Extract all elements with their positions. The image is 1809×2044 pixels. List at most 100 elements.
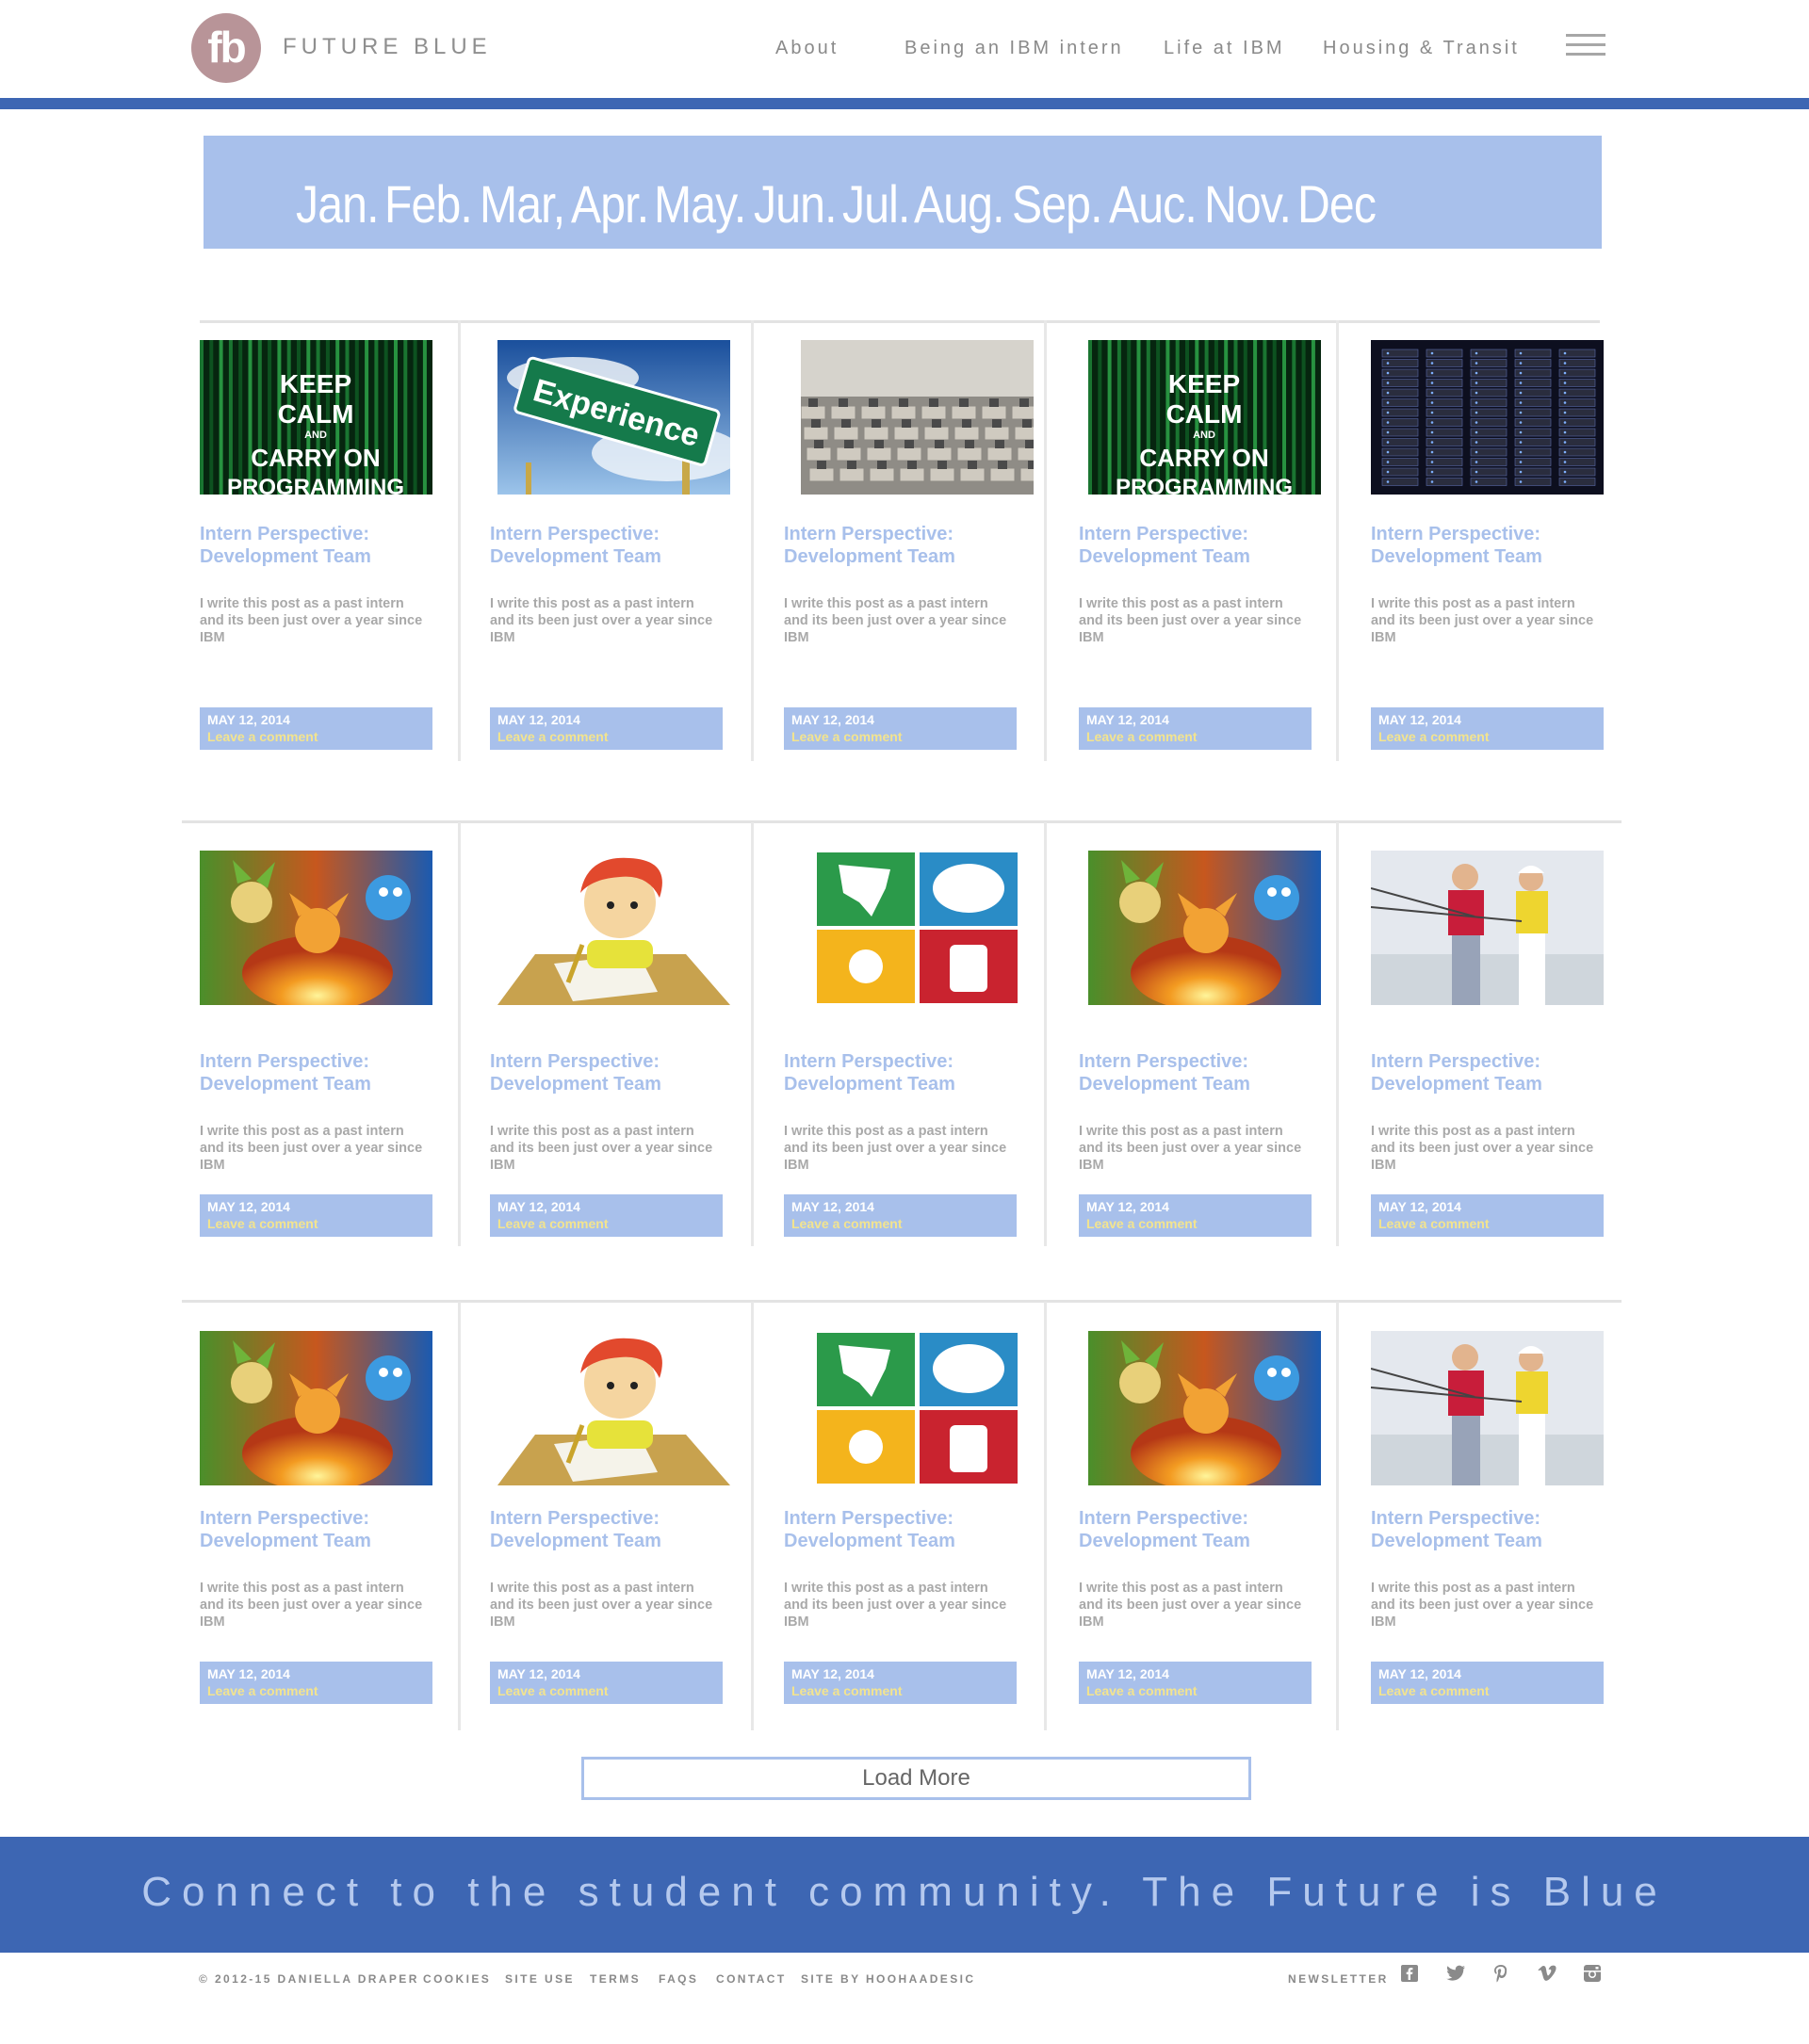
post-title[interactable]: Intern Perspective: Development Team xyxy=(490,1050,735,1095)
post-meta-bar: MAY 12, 2014 Leave a comment xyxy=(1079,1194,1312,1237)
month-feb[interactable]: Feb. xyxy=(384,173,473,235)
month-may[interactable]: May. xyxy=(654,173,746,235)
post-date: MAY 12, 2014 xyxy=(497,712,580,727)
post-meta-bar: MAY 12, 2014 Leave a comment xyxy=(200,1662,432,1704)
post-thumbnail[interactable] xyxy=(1371,340,1604,495)
leave-comment-link[interactable]: Leave a comment xyxy=(1086,728,1312,745)
post-thumbnail[interactable] xyxy=(497,1331,730,1485)
nav-about[interactable]: About xyxy=(775,38,839,59)
logo[interactable]: fb xyxy=(191,13,261,83)
leave-comment-link[interactable]: Leave a comment xyxy=(497,728,723,745)
post-excerpt: I write this post as a past intern and i… xyxy=(784,1124,1007,1173)
post-excerpt: I write this post as a past intern and i… xyxy=(490,1124,713,1173)
leave-comment-link[interactable]: Leave a comment xyxy=(207,1215,432,1232)
svg-text:CARRY ON: CARRY ON xyxy=(251,444,380,472)
post-thumbnail[interactable] xyxy=(801,1331,1034,1485)
facebook-icon[interactable] xyxy=(1398,1964,1421,1987)
post-thumbnail[interactable] xyxy=(200,1331,432,1485)
month-aug[interactable]: Aug. xyxy=(914,173,1004,235)
month-dec[interactable]: Dec xyxy=(1297,173,1377,235)
month-apr[interactable]: Apr. xyxy=(571,173,649,235)
nav-housing-transit[interactable]: Housing & Transit xyxy=(1323,38,1520,59)
brand-name[interactable]: FUTURE BLUE xyxy=(283,34,492,60)
svg-text:CALM: CALM xyxy=(1166,399,1243,429)
leave-comment-link[interactable]: Leave a comment xyxy=(497,1682,723,1699)
site-header: fb FUTURE BLUE About Being an IBM intern… xyxy=(0,0,1809,98)
post-title[interactable]: Intern Perspective: Development Team xyxy=(200,1507,445,1552)
post-excerpt: I write this post as a past intern and i… xyxy=(784,596,1007,645)
post-title[interactable]: Intern Perspective: Development Team xyxy=(784,1507,1029,1552)
post-title[interactable]: Intern Perspective: Development Team xyxy=(784,1050,1029,1095)
twitter-icon[interactable] xyxy=(1444,1964,1467,1987)
nav-being-an-ibm-intern[interactable]: Being an IBM intern xyxy=(904,38,1124,59)
post-excerpt: I write this post as a past intern and i… xyxy=(784,1581,1007,1630)
post-title[interactable]: Intern Perspective: Development Team xyxy=(784,523,1029,568)
month-oct[interactable]: Auc. xyxy=(1109,173,1198,235)
footer-link-newsletter[interactable]: NEWSLETTER xyxy=(1288,1972,1389,1986)
footer-link-cookies[interactable]: COOKIES xyxy=(423,1972,491,1986)
footer-link-faqs[interactable]: FAQS xyxy=(659,1972,698,1986)
leave-comment-link[interactable]: Leave a comment xyxy=(791,1682,1017,1699)
post-excerpt: I write this post as a past intern and i… xyxy=(490,1581,713,1630)
post-title[interactable]: Intern Perspective: Development Team xyxy=(200,1050,445,1095)
leave-comment-link[interactable]: Leave a comment xyxy=(497,1215,723,1232)
month-sep[interactable]: Sep. xyxy=(1012,173,1102,235)
footer-link-terms[interactable]: TERMS xyxy=(590,1972,641,1986)
post-title[interactable]: Intern Perspective: Development Team xyxy=(1079,1507,1324,1552)
instagram-icon[interactable] xyxy=(1581,1964,1604,1987)
footer-link-site-use[interactable]: SITE USE xyxy=(505,1972,575,1986)
menu-icon[interactable] xyxy=(1566,34,1605,57)
post-thumbnail[interactable] xyxy=(200,851,432,1005)
post-thumbnail[interactable] xyxy=(497,851,730,1005)
leave-comment-link[interactable]: Leave a comment xyxy=(791,1215,1017,1232)
post-title[interactable]: Intern Perspective: Development Team xyxy=(200,523,445,568)
post-date: MAY 12, 2014 xyxy=(1086,1199,1169,1214)
leave-comment-link[interactable]: Leave a comment xyxy=(1086,1215,1312,1232)
load-more-button[interactable]: Load More xyxy=(581,1757,1251,1800)
post-thumbnail[interactable]: KEEP CALM AND CARRY ON PROGRAMMING xyxy=(200,340,432,495)
post-excerpt: I write this post as a past intern and i… xyxy=(490,596,713,645)
month-jan[interactable]: Jan. xyxy=(296,173,379,235)
post-title[interactable]: Intern Perspective: Development Team xyxy=(1371,1050,1616,1095)
post-thumbnail[interactable] xyxy=(1371,1331,1604,1485)
post-title[interactable]: Intern Perspective: Development Team xyxy=(1079,523,1324,568)
post-meta-bar: MAY 12, 2014 Leave a comment xyxy=(1371,1194,1604,1237)
post-thumbnail[interactable] xyxy=(1088,851,1321,1005)
post-thumbnail[interactable] xyxy=(1371,851,1604,1005)
leave-comment-link[interactable]: Leave a comment xyxy=(207,728,432,745)
post-thumbnail[interactable]: KEEP CALM AND CARRY ON PROGRAMMING xyxy=(1088,340,1321,495)
vimeo-icon[interactable] xyxy=(1536,1964,1558,1987)
leave-comment-link[interactable]: Leave a comment xyxy=(1086,1682,1312,1699)
post-title[interactable]: Intern Perspective: Development Team xyxy=(1371,1507,1616,1552)
post-title[interactable]: Intern Perspective: Development Team xyxy=(490,523,735,568)
footer-link-contact[interactable]: CONTACT xyxy=(716,1972,787,1986)
post-thumbnail[interactable] xyxy=(1088,1331,1321,1485)
pinterest-icon[interactable] xyxy=(1490,1964,1512,1987)
footer-link-site-by[interactable]: SITE BY HOOHAADESIC xyxy=(801,1972,975,1986)
post-thumbnail[interactable] xyxy=(801,851,1034,1005)
month-jul[interactable]: Jul. xyxy=(842,173,910,235)
post-title[interactable]: Intern Perspective: Development Team xyxy=(490,1507,735,1552)
footer-banner: Connect to the student community. The Fu… xyxy=(0,1837,1809,1953)
leave-comment-link[interactable]: Leave a comment xyxy=(791,728,1017,745)
column-divider xyxy=(458,822,461,1246)
leave-comment-link[interactable]: Leave a comment xyxy=(1378,728,1604,745)
svg-text:KEEP: KEEP xyxy=(280,369,351,398)
post-meta-bar: MAY 12, 2014 Leave a comment xyxy=(200,707,432,750)
post-thumbnail[interactable] xyxy=(801,340,1034,495)
post-excerpt: I write this post as a past intern and i… xyxy=(1371,1581,1594,1630)
leave-comment-link[interactable]: Leave a comment xyxy=(1378,1215,1604,1232)
month-nov[interactable]: Nov. xyxy=(1204,173,1292,235)
month-jun[interactable]: Jun. xyxy=(754,173,837,235)
svg-text:AND: AND xyxy=(304,430,327,441)
leave-comment-link[interactable]: Leave a comment xyxy=(1378,1682,1604,1699)
nav-life-at-ibm[interactable]: Life at IBM xyxy=(1164,38,1285,59)
post-date: MAY 12, 2014 xyxy=(791,1199,874,1214)
month-mar[interactable]: Mar, xyxy=(480,173,565,235)
column-divider xyxy=(1336,1302,1339,1730)
leave-comment-link[interactable]: Leave a comment xyxy=(207,1682,432,1699)
svg-text:KEEP: KEEP xyxy=(1168,369,1240,398)
post-thumbnail[interactable]: Experience xyxy=(497,340,730,495)
post-title[interactable]: Intern Perspective: Development Team xyxy=(1371,523,1616,568)
post-title[interactable]: Intern Perspective: Development Team xyxy=(1079,1050,1324,1095)
